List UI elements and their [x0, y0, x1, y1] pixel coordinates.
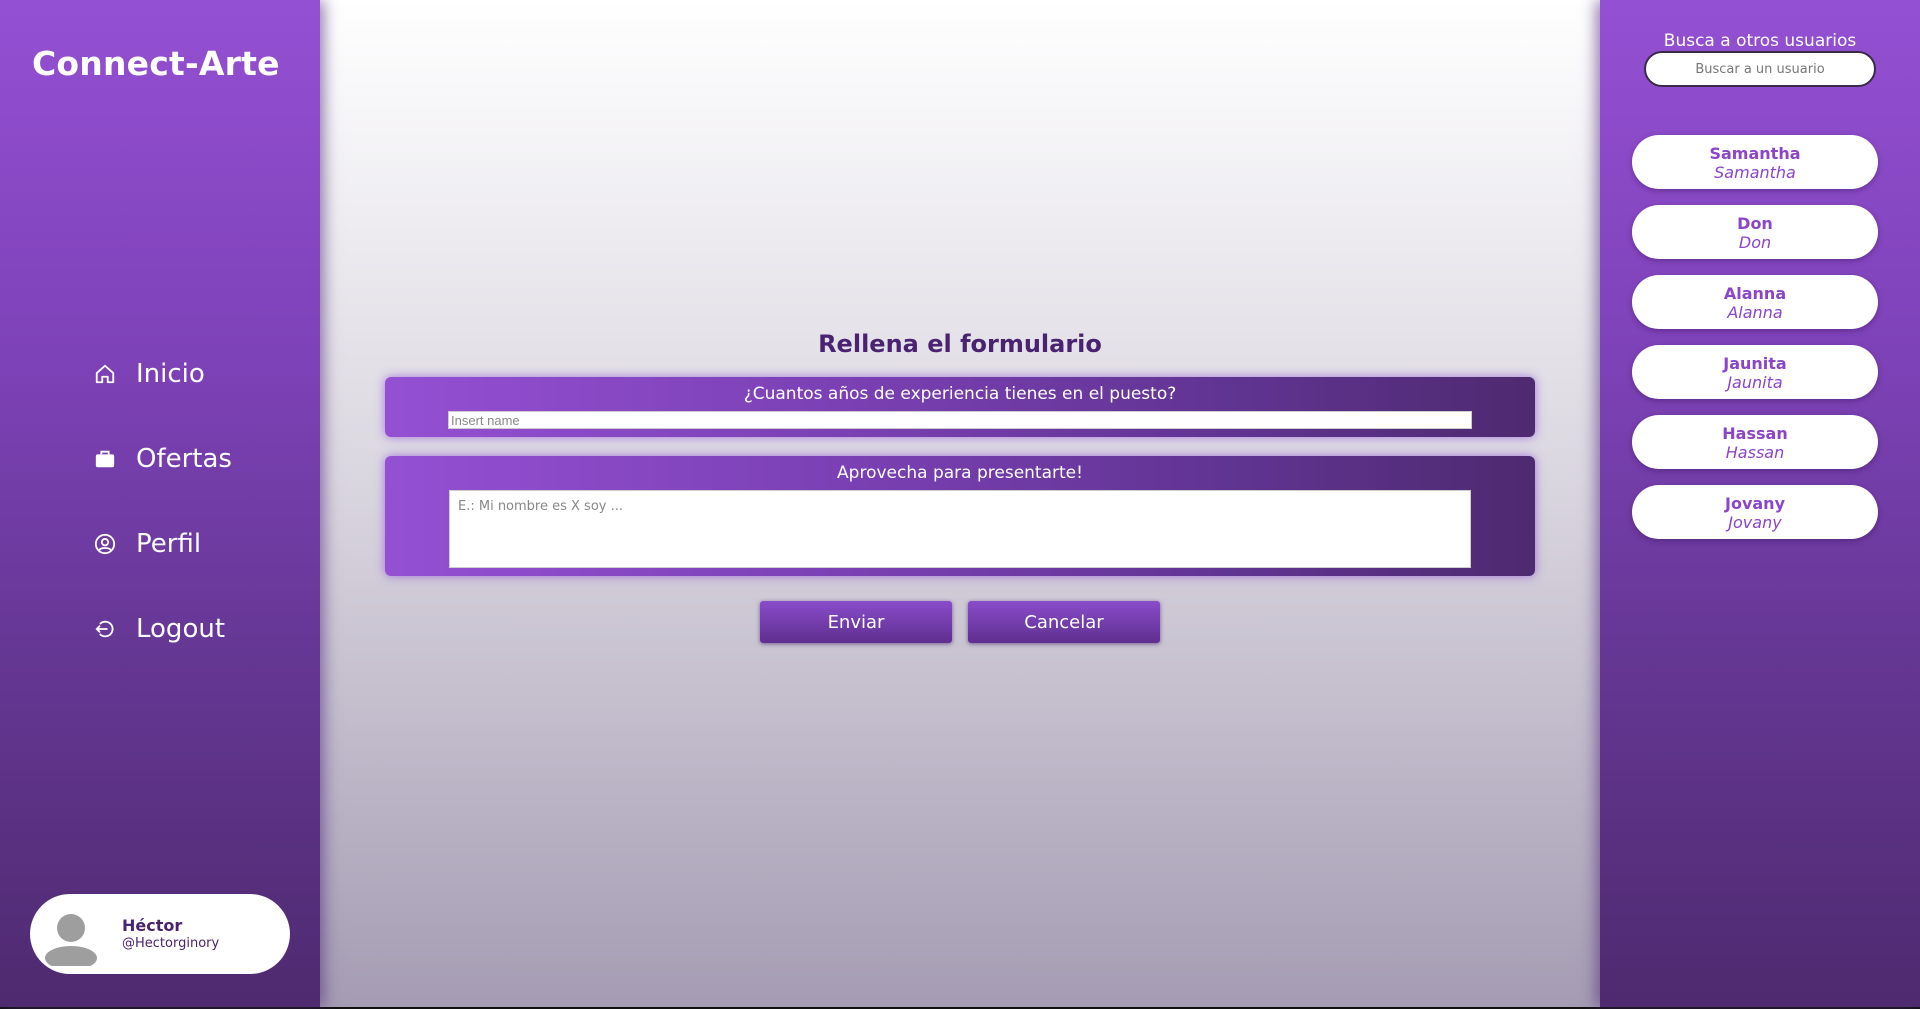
- user-list-handle: Alanna: [1727, 303, 1783, 322]
- intro-panel: Aprovecha para presentarte!: [385, 456, 1535, 576]
- page-title: Rellena el formulario: [818, 330, 1102, 358]
- user-list-name: Hassan: [1722, 424, 1788, 443]
- user-list-item[interactable]: Samantha Samantha: [1632, 135, 1878, 189]
- home-icon: [95, 364, 115, 384]
- cancel-button[interactable]: Cancelar: [968, 601, 1160, 643]
- nav-item-ofertas[interactable]: Ofertas: [94, 444, 232, 474]
- brand-logo[interactable]: Connect-Arte: [32, 44, 280, 83]
- user-search-input[interactable]: [1644, 51, 1876, 87]
- user-list-item[interactable]: Jaunita Jaunita: [1632, 345, 1878, 399]
- user-list-handle: Jaunita: [1727, 373, 1783, 392]
- user-list-handle: Hassan: [1725, 443, 1785, 462]
- nav-item-label: Ofertas: [136, 444, 232, 474]
- nav-item-label: Inicio: [136, 359, 205, 389]
- left-sidebar: Connect-Arte Inicio Ofertas Perfil Logou…: [0, 0, 320, 1007]
- nav-item-label: Perfil: [136, 529, 202, 559]
- user-list-item[interactable]: Jovany Jovany: [1632, 485, 1878, 539]
- experience-input[interactable]: [448, 411, 1472, 429]
- user-list-name: Jaunita: [1723, 354, 1787, 373]
- nav-item-label: Logout: [136, 614, 226, 644]
- current-user-name: Héctor: [122, 916, 183, 935]
- main-content: Rellena el formulario ¿Cuantos años de e…: [320, 0, 1600, 1007]
- user-list-name: Don: [1737, 214, 1773, 233]
- user-list-name: Jovany: [1725, 494, 1785, 513]
- user-list-handle: Samantha: [1714, 163, 1796, 182]
- experience-panel: ¿Cuantos años de experiencia tienes en e…: [385, 377, 1535, 437]
- user-list-item[interactable]: Don Don: [1632, 205, 1878, 259]
- user-list-handle: Jovany: [1728, 513, 1782, 532]
- intro-label: Aprovecha para presentarte!: [837, 463, 1083, 483]
- avatar: [45, 914, 97, 966]
- experience-label: ¿Cuantos años de experiencia tienes en e…: [743, 384, 1177, 404]
- user-list-handle: Don: [1738, 233, 1772, 252]
- user-list-name: Samantha: [1709, 144, 1801, 163]
- intro-textarea[interactable]: [449, 490, 1471, 568]
- send-button[interactable]: Enviar: [760, 601, 952, 643]
- current-user-handle: @Hectorginory: [122, 936, 220, 951]
- user-list-item[interactable]: Hassan Hassan: [1632, 415, 1878, 469]
- search-title: Busca a otros usuarios: [1663, 31, 1857, 51]
- user-circle-icon: [94, 533, 116, 555]
- nav-item-logout[interactable]: Logout: [94, 614, 225, 644]
- logout-icon: [95, 620, 114, 638]
- user-list-item[interactable]: Alanna Alanna: [1632, 275, 1878, 329]
- nav-item-perfil[interactable]: Perfil: [94, 529, 201, 559]
- nav-item-inicio[interactable]: Inicio: [94, 359, 205, 389]
- user-list-name: Alanna: [1723, 284, 1787, 303]
- current-user-card[interactable]: Héctor @Hectorginory: [30, 894, 290, 974]
- right-sidebar: Busca a otros usuarios Samantha Samantha…: [1600, 0, 1920, 1007]
- briefcase-icon: [95, 450, 115, 468]
